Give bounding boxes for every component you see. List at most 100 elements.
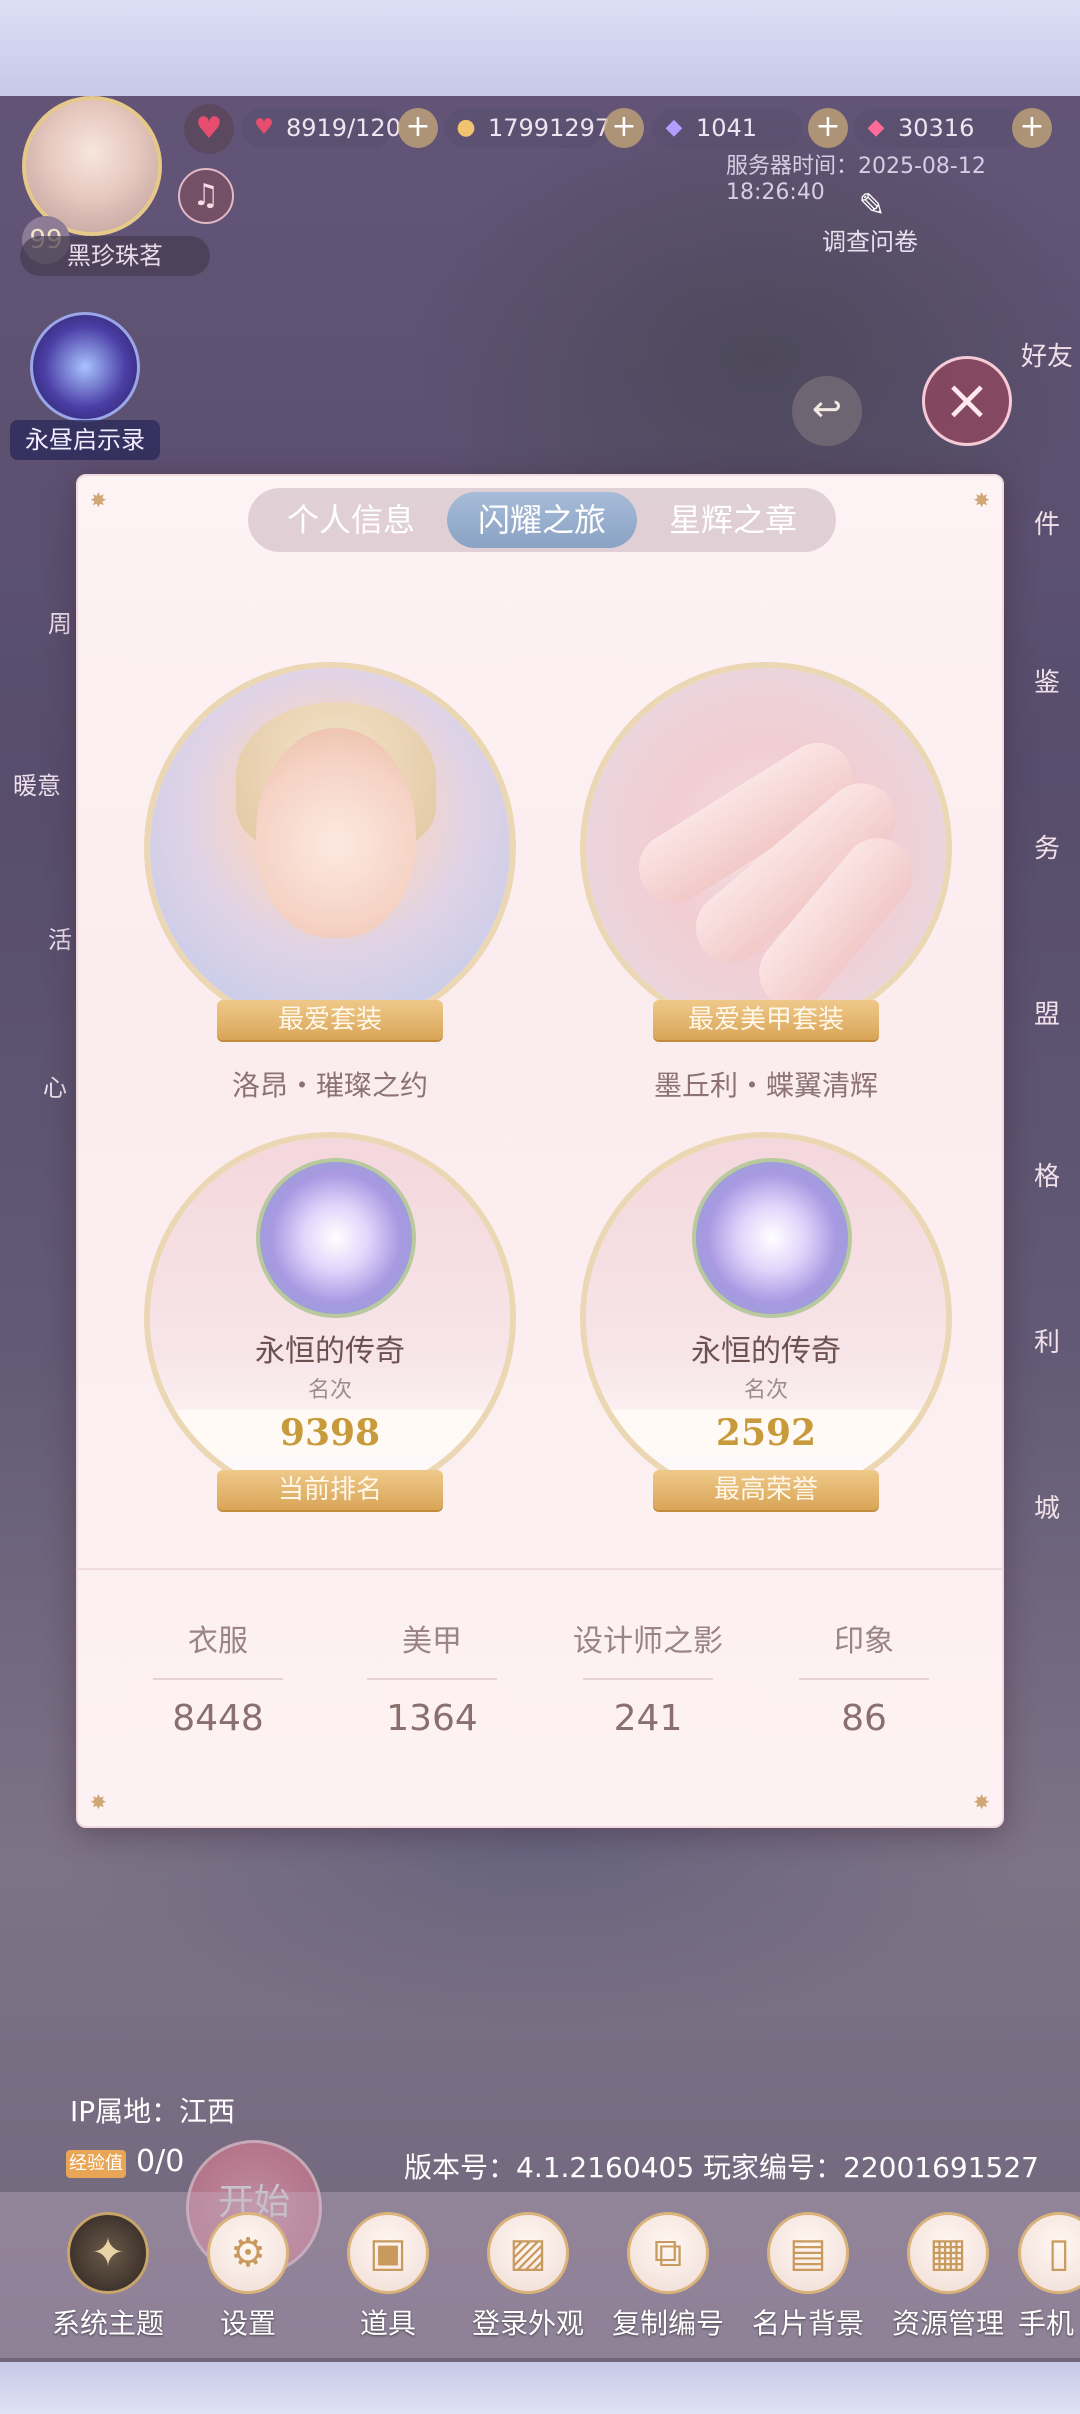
image-icon: ▨ — [487, 2212, 569, 2294]
event-orb-icon[interactable] — [30, 312, 140, 422]
stamina-heart-icon: ♥ — [254, 115, 274, 140]
diamond-counter: ◆ 30316 — [854, 108, 1024, 148]
add-diamond-button[interactable]: + — [1012, 108, 1052, 148]
favorite-outfit-medal[interactable] — [144, 662, 516, 1034]
crystal-value: 1041 — [696, 114, 758, 142]
right-rail-mail[interactable]: 件 — [1012, 504, 1080, 541]
gear-icon: ⚙ — [207, 2212, 289, 2294]
dock-label: 登录外观 — [471, 2307, 584, 2340]
survey-link[interactable]: 调查问卷 — [822, 222, 918, 257]
survey-icon[interactable]: ✎ — [852, 186, 892, 224]
corner-ornament-icon: ✸ — [973, 1790, 990, 1814]
honor-title: 永恒的传奇 — [691, 1334, 841, 1369]
right-rail-style[interactable]: 格 — [1012, 1156, 1080, 1193]
gold-counter: ● 17991297 — [444, 108, 610, 148]
right-rail-alliance[interactable]: 盟 — [1012, 994, 1080, 1031]
left-rail-item-activity[interactable]: 活 — [40, 920, 80, 955]
dock-card-background[interactable]: ▤ 名片背景 — [738, 2212, 878, 2342]
dock-label: 复制编号 — [611, 2307, 724, 2340]
dock-label: 名片背景 — [751, 2307, 864, 2340]
dock-label: 道具 — [359, 2307, 416, 2340]
add-stamina-button[interactable]: + — [398, 108, 438, 148]
stat-label-nails: 美甲 — [402, 1624, 462, 1659]
stat-value-designer-shadow: 241 — [613, 1698, 683, 1739]
honor-sub: 名次 — [743, 1378, 788, 1403]
event-orb-label[interactable]: 永昼启示录 — [10, 420, 160, 460]
card-icon: ▤ — [767, 2212, 849, 2294]
diamond-emblem-icon — [256, 1158, 416, 1318]
corner-ornament-icon: ✸ — [90, 1790, 107, 1814]
avatar — [22, 96, 162, 236]
current-rank-ribbon: 当前排名 — [217, 1470, 443, 1510]
left-rail-item-warm[interactable]: 暖意 — [2, 766, 72, 801]
exp-value: 0/0 — [136, 2144, 185, 2179]
right-rail-shop[interactable]: 城 — [1012, 1488, 1080, 1525]
dock-label: 设置 — [219, 2307, 276, 2340]
tab-star-chapter[interactable]: 星辉之章 — [638, 492, 828, 548]
add-crystal-button[interactable]: + — [808, 108, 848, 148]
music-icon[interactable]: ♫ — [178, 168, 234, 224]
exp-badge: 经验值 — [66, 2150, 126, 2178]
copy-icon: ⧉ — [627, 2212, 709, 2294]
right-rail-welfare[interactable]: 利 — [1012, 1322, 1080, 1359]
dock-login-appearance[interactable]: ▨ 登录外观 — [458, 2212, 598, 2342]
heart-icon[interactable]: ♥ — [184, 104, 234, 154]
theme-icon: ✦ — [67, 2212, 149, 2294]
stat-separator — [367, 1678, 497, 1680]
right-rail-tasks[interactable]: 务 — [1012, 828, 1080, 865]
corner-ornament-icon: ✸ — [90, 488, 107, 512]
stamina-counter: ♥ 8919/120 — [242, 108, 401, 148]
rank-title: 永恒的传奇 — [255, 1334, 405, 1369]
stat-value-impression: 86 — [841, 1698, 887, 1739]
stamina-value: 8919/120 — [286, 114, 401, 142]
player-avatar[interactable]: 99 — [22, 96, 172, 264]
stat-label-clothes: 衣服 — [188, 1624, 248, 1659]
favorite-outfit-name: 洛昂・璀璨之约 — [231, 1069, 428, 1102]
tab-personal-info[interactable]: 个人信息 — [256, 492, 446, 548]
stats-divider — [78, 1568, 1002, 1570]
current-rank-medal[interactable]: 永恒的传奇 名次 9398 — [144, 1132, 516, 1504]
diamond-icon: ◆ — [867, 115, 885, 140]
bottom-frame — [0, 2362, 1080, 2414]
stat-label-impression: 印象 — [834, 1624, 894, 1659]
back-arrow-icon[interactable]: ↩ — [792, 376, 862, 446]
favorite-nail-name: 墨丘利・蝶翼清辉 — [653, 1069, 878, 1102]
right-rail-friends[interactable]: 好友 — [1012, 336, 1080, 373]
corner-ornament-icon: ✸ — [973, 488, 990, 512]
dock-resource-manager[interactable]: ▦ 资源管理 — [878, 2212, 1018, 2342]
favorite-outfit-ribbon: 最爱套装 — [217, 1000, 443, 1040]
stat-separator — [153, 1678, 283, 1680]
top-frame — [0, 0, 1080, 96]
best-honor-ribbon: 最高荣誉 — [653, 1470, 879, 1510]
tab-bar: 个人信息 闪耀之旅 星辉之章 — [248, 488, 836, 552]
best-honor-value: 2592 — [586, 1410, 946, 1456]
favorite-nail-medal[interactable] — [580, 662, 952, 1034]
left-rail-item-heart[interactable]: 心 — [30, 1068, 80, 1103]
current-rank-value: 9398 — [150, 1410, 510, 1456]
dock-settings[interactable]: ⚙ 设置 — [178, 2212, 318, 2342]
gold-value: 17991297 — [488, 114, 611, 142]
rank-sub: 名次 — [307, 1378, 352, 1403]
stat-value-nails: 1364 — [386, 1698, 478, 1739]
dock-phone[interactable]: ▯ 手机 — [1018, 2212, 1080, 2342]
gold-cat-icon: ● — [456, 115, 476, 140]
ip-location: IP属地：江西 — [70, 2095, 236, 2128]
best-honor-medal[interactable]: 永恒的传奇 名次 2592 — [580, 1132, 952, 1504]
dock-label: 资源管理 — [891, 2307, 1004, 2340]
close-button[interactable]: × — [922, 356, 1012, 446]
dock-label: 手机 — [1018, 2307, 1075, 2340]
tab-shining-journey[interactable]: 闪耀之旅 — [447, 492, 637, 548]
phone-icon: ▯ — [1018, 2212, 1080, 2294]
right-rail-gallery[interactable]: 鉴 — [1012, 662, 1080, 699]
gift-icon: ▣ — [347, 2212, 429, 2294]
dock-items[interactable]: ▣ 道具 — [318, 2212, 458, 2342]
stat-separator — [799, 1678, 929, 1680]
portrait-face — [256, 728, 416, 938]
dock-system-theme[interactable]: ✦ 系统主题 — [38, 2212, 178, 2342]
dock-copy-id[interactable]: ⧉ 复制编号 — [598, 2212, 738, 2342]
server-time: 服务器时间：2025-08-12 18:26:40 — [726, 154, 986, 205]
profile-card: ✸ ✸ ✸ ✸ 个人信息 闪耀之旅 星辉之章 最爱套装 洛昂・璀璨之约 最爱美甲… — [76, 474, 1004, 1828]
player-name: 黑珍珠茗 — [20, 236, 210, 276]
add-gold-button[interactable]: + — [604, 108, 644, 148]
stat-separator — [583, 1678, 713, 1680]
